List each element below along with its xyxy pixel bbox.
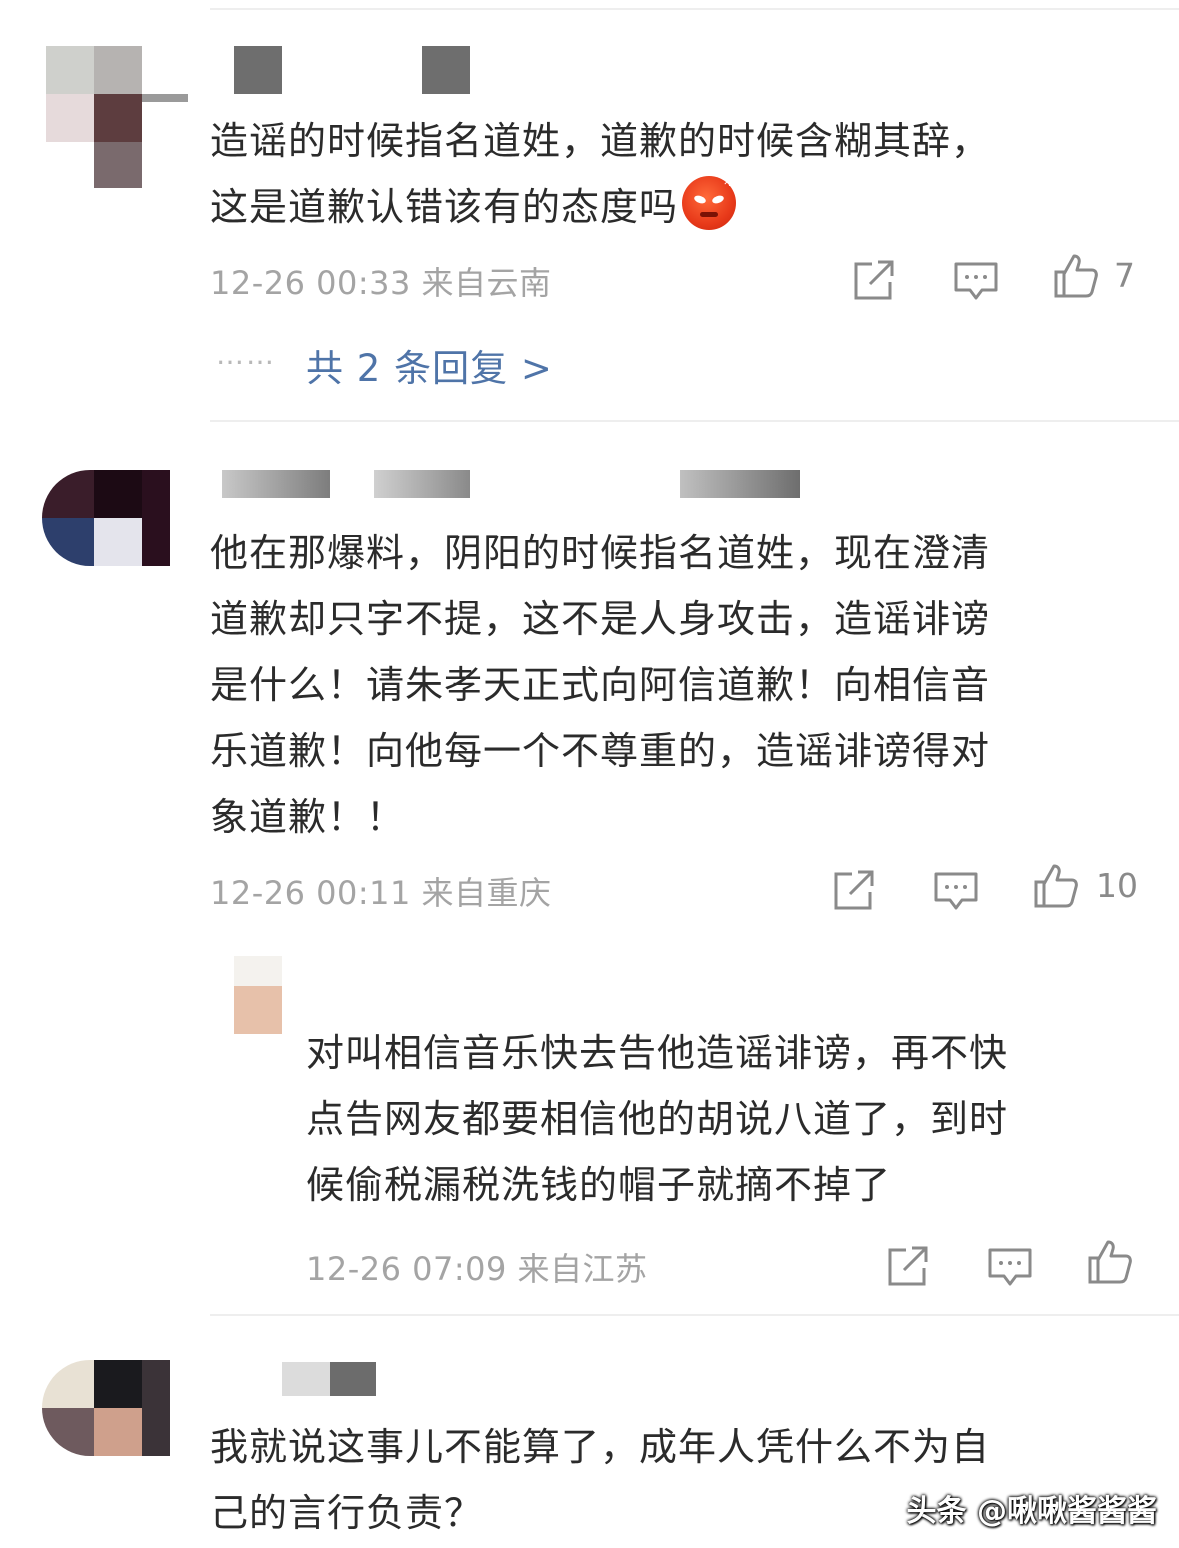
comment-text: 他在那爆料，阴阳的时候指名道姓，现在澄清 道歉却只字不提，这不是人身攻击，造谣诽… (210, 520, 1110, 850)
username-blur (374, 470, 470, 498)
replies-dots: …… (216, 338, 276, 371)
avatar[interactable] (42, 470, 170, 566)
reply-meta: 12-26 07:09 来自江苏 (306, 1250, 648, 1288)
reply-line: 候偷税漏税洗钱的帽子就摘不掉了 (306, 1163, 892, 1207)
comment-line: 是什么！请朱孝天正式向阿信道歉！向相信音 (210, 663, 991, 707)
comment-line: 象道歉！！ (210, 795, 406, 839)
share-icon[interactable] (884, 1242, 932, 1290)
reply-line: 点告网友都要相信他的胡说八道了，到时 (306, 1097, 1009, 1141)
username-blur[interactable] (234, 46, 282, 94)
reply-line: 对叫相信音乐快去告他造谣诽谤，再不快 (306, 1031, 1009, 1075)
top-divider (210, 8, 1179, 10)
comment-meta: 12-26 00:11 来自重庆 (210, 874, 552, 912)
comment-icon[interactable] (932, 866, 980, 914)
thumbs-up-icon[interactable] (1052, 252, 1100, 300)
reply-avatar[interactable] (234, 956, 282, 1034)
comment-line: 这是道歉认错该有的态度吗 (210, 185, 679, 229)
comment-icon[interactable] (952, 256, 1000, 304)
watermark: 头条 @啾啾酱酱酱 (906, 1494, 1157, 1529)
comment-divider (210, 420, 1179, 422)
comment-line: 乐道歉！向他每一个不尊重的，造谣诽谤得对 (210, 729, 991, 773)
like-count: 7 (1114, 256, 1135, 295)
thumbs-up-icon[interactable] (1086, 1238, 1134, 1286)
comment-line: 我就说这事儿不能算了，成年人凭什么不为自 (210, 1425, 991, 1469)
username-blur (680, 470, 800, 498)
username-blur (422, 46, 470, 94)
username-blur[interactable] (222, 470, 330, 498)
like-count: 10 (1096, 866, 1138, 905)
username-blur[interactable] (282, 1362, 330, 1396)
avatar[interactable] (42, 1360, 170, 1456)
thumbs-up-icon[interactable] (1032, 862, 1080, 910)
comment-line: 造谣的时候指名道姓，道歉的时候含糊其辞， (210, 119, 991, 163)
reply-text: 对叫相信音乐快去告他造谣诽谤，再不快 点告网友都要相信他的胡说八道了，到时 候偷… (306, 1020, 1126, 1218)
comment-line: 他在那爆料，阴阳的时候指名道姓，现在澄清 (210, 531, 991, 575)
angry-face-emoji-icon: ✳ (682, 172, 737, 230)
share-icon[interactable] (830, 866, 878, 914)
share-icon[interactable] (850, 256, 898, 304)
comment-text: 造谣的时候指名道姓，道歉的时候含糊其辞， 这是道歉认错该有的态度吗 ✳ (210, 108, 1110, 240)
comment-meta: 12-26 00:33 来自云南 (210, 264, 552, 302)
view-replies-link[interactable]: 共 2 条回复 > (306, 338, 553, 392)
username-blur (330, 1362, 376, 1396)
comment-line: 道歉却只字不提，这不是人身攻击，造谣诽谤 (210, 597, 991, 641)
comment-divider (210, 1314, 1179, 1316)
avatar[interactable] (46, 46, 190, 190)
comment-icon[interactable] (986, 1242, 1034, 1290)
